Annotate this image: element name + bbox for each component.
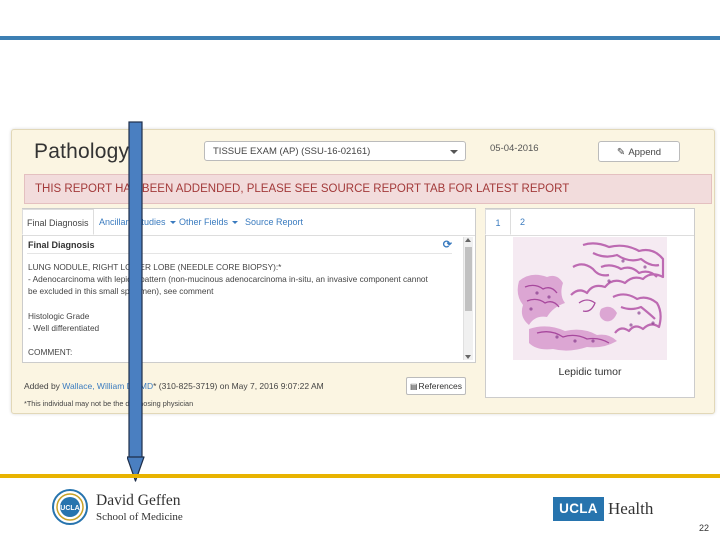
scroll-down-icon[interactable] [465, 355, 471, 359]
image-caption: Lepidic tumor [558, 366, 622, 378]
append-label: Append [628, 147, 662, 158]
report-line: - Adenocarcinoma with lepidic pattern (n… [28, 274, 428, 285]
seal-text: UCLA [60, 505, 79, 512]
report-text: LUNG NODULE, RIGHT LOWER LOBE (NEEDLE CO… [28, 261, 448, 358]
ucla-seal-icon: UCLA [52, 489, 88, 525]
image-tab-1[interactable]: 1 [485, 209, 511, 235]
book-icon: ▤ [409, 382, 418, 391]
tab-other-fields[interactable]: Other Fields [179, 217, 239, 227]
added-by-line: Added by Wallace, William D., MD* (310-8… [24, 381, 324, 391]
microscopy-image[interactable] [513, 237, 667, 360]
page-number: 22 [699, 523, 710, 533]
report-pane: Final Diagnosis Ancillary Studies Other … [22, 208, 476, 363]
pencil-icon: ✎ [616, 147, 626, 158]
report-heading: Final Diagnosis ⟳ [27, 237, 452, 254]
tab-label: Final Diagnosis [27, 218, 89, 228]
school-subtitle: School of Medicine [96, 511, 183, 523]
image-pane: 1 2 Lepidic tumor [485, 208, 695, 398]
pathology-panel: Pathology TISSUE EXAM (AP) (SSU-16-02161… [11, 129, 715, 414]
append-button[interactable]: ✎ Append [598, 141, 680, 162]
report-line: LUNG NODULE, RIGHT LOWER LOBE (NEEDLE CO… [28, 262, 282, 272]
added-prefix: Added by [24, 381, 60, 391]
references-label: References [418, 381, 463, 391]
tab-source-report[interactable]: Source Report [245, 217, 303, 227]
health-wordmark: Health [608, 499, 654, 518]
bottom-rule [0, 474, 720, 478]
top-rule [0, 36, 720, 40]
ucla-mark: UCLA [553, 497, 604, 521]
added-suffix: * (310-825-3719) on May 7, 2016 9:07:22 … [153, 381, 324, 391]
report-line: be excluded in this small specimen), see… [28, 286, 214, 297]
school-name: David Geffen [96, 492, 181, 509]
report-line [28, 334, 448, 346]
report-body[interactable]: Final Diagnosis ⟳ LUNG NODULE, RIGHT LOW… [27, 237, 457, 360]
tab-label: Source Report [245, 217, 304, 227]
histology-illustration [513, 237, 667, 360]
refresh-icon[interactable]: ⟳ [443, 237, 452, 253]
caret-down-icon [232, 221, 239, 225]
scroll-up-icon[interactable] [465, 238, 471, 242]
caret-down-icon [450, 150, 458, 154]
image-tabs: 1 2 [485, 209, 694, 236]
report-select[interactable]: TISSUE EXAM (AP) (SSU-16-02161) [204, 141, 466, 161]
report-line: - Well differentiated [28, 322, 100, 333]
report-date: 05-04-2016 [490, 143, 539, 154]
image-tab-2[interactable]: 2 [520, 217, 525, 227]
report-scrollbar[interactable] [463, 237, 473, 360]
scroll-thumb[interactable] [465, 247, 472, 311]
report-tabs: Final Diagnosis Ancillary Studies Other … [22, 209, 475, 236]
report-heading-label: Final Diagnosis [28, 240, 95, 250]
tab-label: Other Fields [179, 217, 229, 227]
tab-final-diagnosis[interactable]: Final Diagnosis [22, 209, 94, 235]
arrow-down-icon [127, 121, 145, 482]
page-title: Pathology [34, 140, 130, 163]
references-button[interactable]: ▤References [406, 377, 466, 395]
caret-down-icon [169, 221, 176, 225]
report-line [28, 298, 448, 310]
report-line: Histologic Grade [28, 310, 90, 321]
report-line: COMMENT: [28, 347, 73, 358]
report-select-value: TISSUE EXAM (AP) (SSU-16-02161) [213, 146, 371, 157]
physician-note: *This individual may not be the diagnosi… [24, 399, 194, 408]
